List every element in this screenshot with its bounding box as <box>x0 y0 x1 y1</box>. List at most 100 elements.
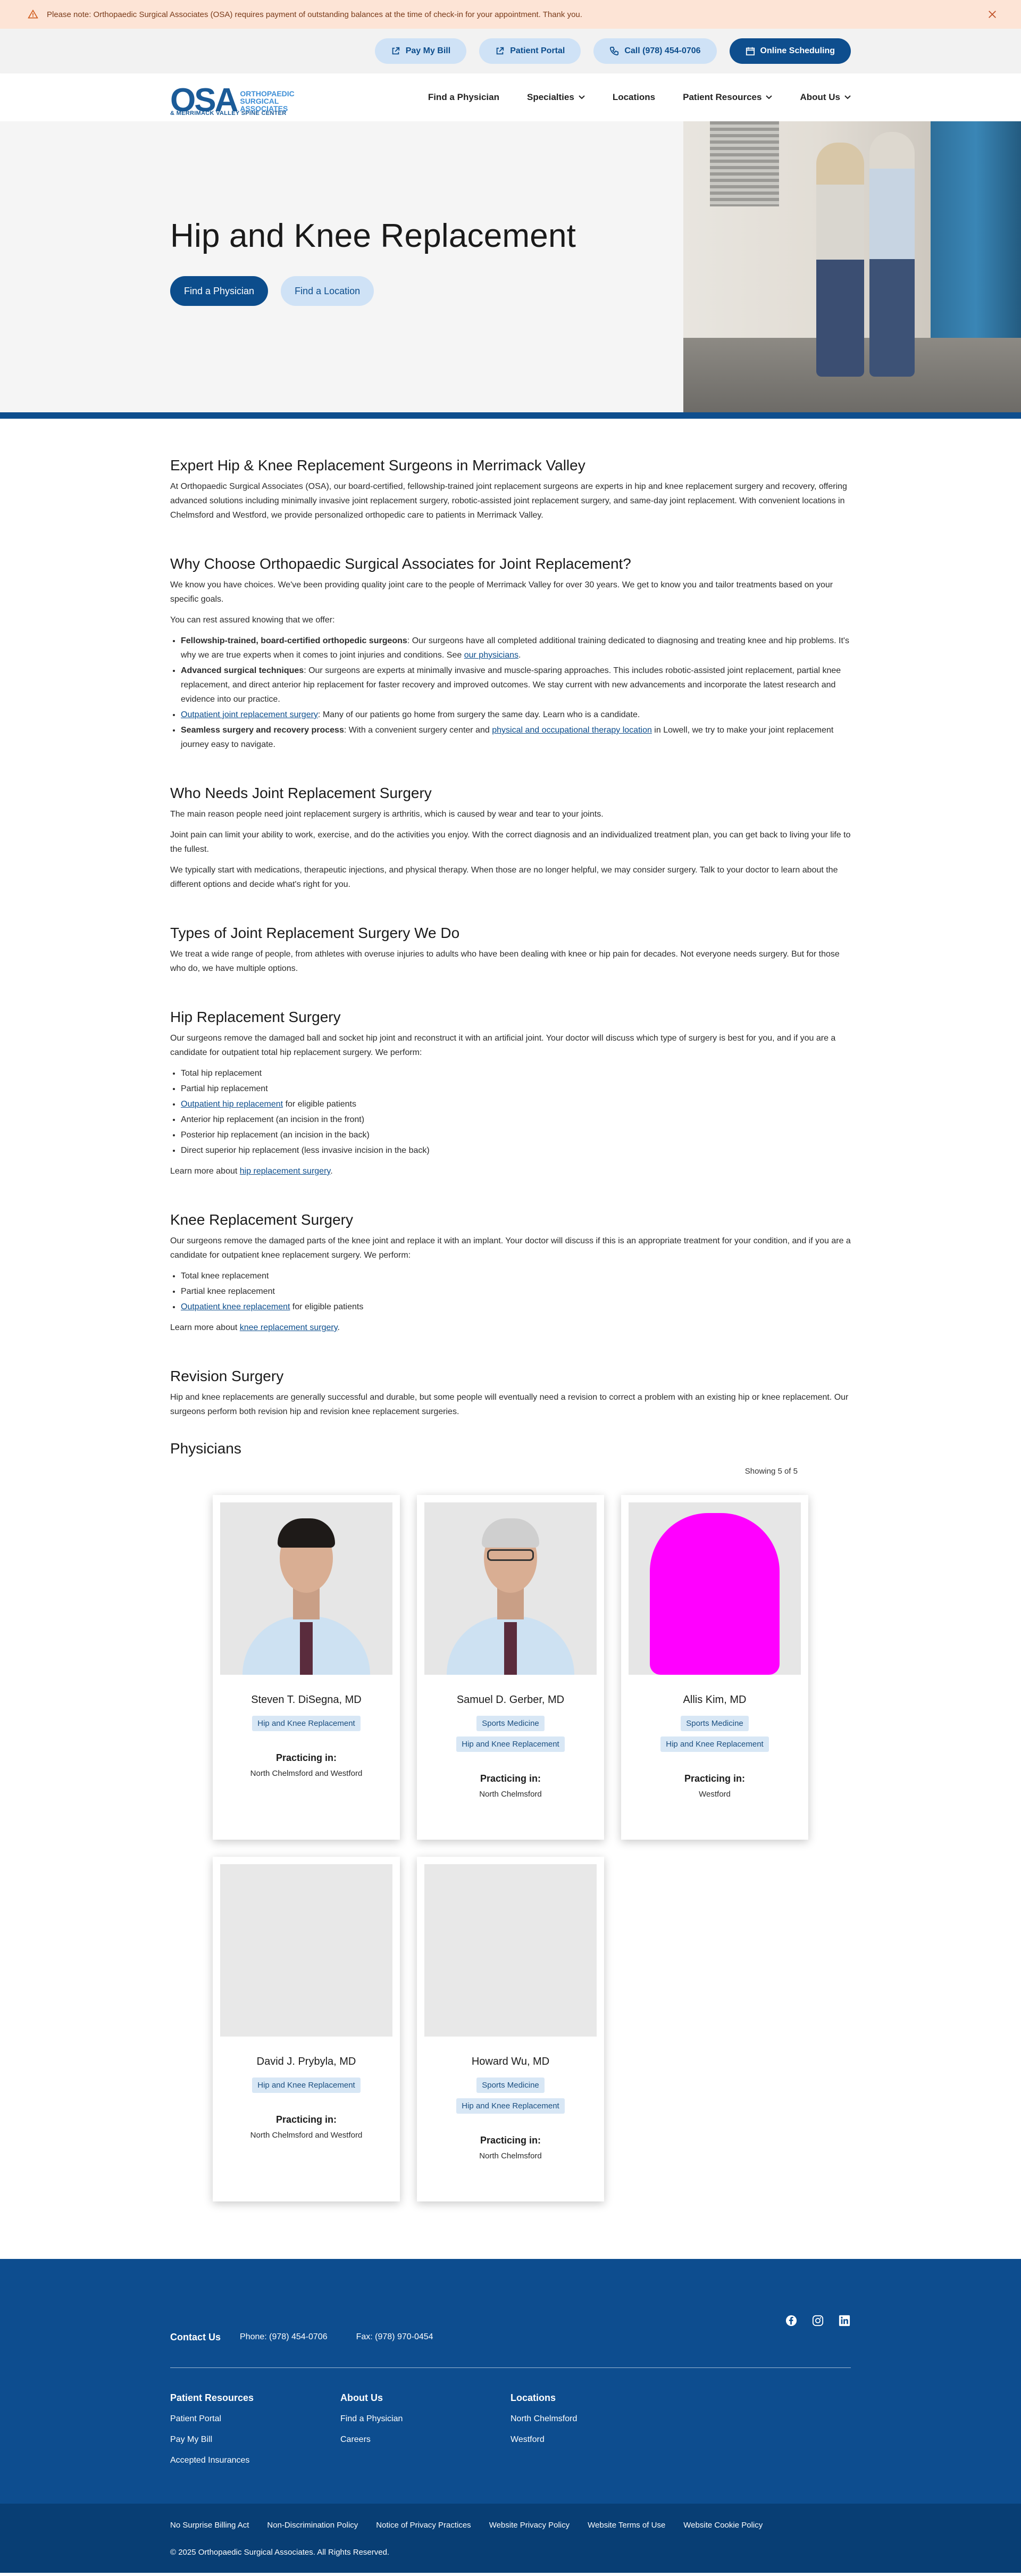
outpatient-joint-link[interactable]: Outpatient joint replacement surgery <box>181 710 318 719</box>
footer-link[interactable]: Westford <box>510 2435 681 2445</box>
physician-name: Steven T. DiSegna, MD <box>251 1694 362 1706</box>
footer-col-title: About Us <box>340 2392 383 2403</box>
hip-replacement-link[interactable]: hip replacement surgery <box>240 1167 330 1176</box>
patient-portal-label: Patient Portal <box>510 46 565 55</box>
nav-patient-resources[interactable]: Patient Resources <box>683 92 773 103</box>
online-scheduling-button[interactable]: Online Scheduling <box>729 38 851 64</box>
hero-divider <box>0 412 1021 419</box>
paragraph: Learn more about knee replacement surger… <box>170 1323 340 1332</box>
logo[interactable]: OSA ORTHOPAEDIC SURGICAL ASSOCIATES & ME… <box>170 78 298 117</box>
hip-list: Total hip replacement Partial hip replac… <box>181 1066 851 1158</box>
social-links <box>785 2314 851 2327</box>
physician-name: Howard Wu, MD <box>471 2056 550 2067</box>
pay-bill-label: Pay My Bill <box>405 46 451 55</box>
legal-links: No Surprise Billing Act Non-Discriminati… <box>170 2521 851 2530</box>
paragraph: At Orthopaedic Surgical Associates (OSA)… <box>170 482 847 520</box>
nav-locations[interactable]: Locations <box>613 92 655 103</box>
chevron-down-icon <box>579 95 585 99</box>
section-title: Expert Hip & Knee Replacement Surgeons i… <box>170 457 585 473</box>
call-button[interactable]: Call (978) 454-0706 <box>593 38 717 64</box>
section-title: Types of Joint Replacement Surgery We Do <box>170 925 460 941</box>
section-title: Why Choose Orthopaedic Surgical Associat… <box>170 555 631 572</box>
legal-link[interactable]: Website Terms of Use <box>588 2521 665 2530</box>
chevron-down-icon <box>844 95 851 99</box>
physician-card[interactable]: Samuel D. Gerber, MD Sports Medicine Hip … <box>417 1495 604 1840</box>
practicing-label: Practicing in: <box>480 2135 541 2146</box>
nav-about-us[interactable]: About Us <box>800 92 851 103</box>
outpatient-knee-link[interactable]: Outpatient knee replacement <box>181 1302 290 1311</box>
therapy-location-link[interactable]: physical and occupational therapy locati… <box>492 726 652 735</box>
physician-card[interactable]: Steven T. DiSegna, MD Hip and Knee Repla… <box>213 1495 400 1840</box>
legal-link[interactable]: Website Cookie Policy <box>683 2521 763 2530</box>
chevron-down-icon <box>766 95 773 99</box>
physician-card[interactable]: Allis Kim, MD Sports Medicine Hip and Kne… <box>621 1495 808 1840</box>
section-title: Who Needs Joint Replacement Surgery <box>170 785 432 801</box>
legal-link[interactable]: Non-Discrimination Policy <box>267 2521 358 2530</box>
list-item: Advanced surgical techniques: Our surgeo… <box>181 663 851 707</box>
nav-label: Locations <box>612 92 656 102</box>
physician-photo <box>424 1502 597 1675</box>
main-content: Expert Hip & Knee Replacement Surgeons i… <box>170 419 851 2201</box>
list-item: Partial knee replacement <box>181 1284 851 1299</box>
footer-link[interactable]: North Chelmsford <box>510 2414 681 2424</box>
physician-photo-placeholder <box>220 1864 392 2037</box>
main-nav: Find a Physician Specialties Locations P… <box>428 92 851 103</box>
facebook-icon[interactable] <box>785 2314 798 2327</box>
list-item: Outpatient knee replacement for eligible… <box>181 1300 851 1314</box>
legal-link[interactable]: Notice of Privacy Practices <box>376 2521 471 2530</box>
section-title: Hip Replacement Surgery <box>170 1009 341 1025</box>
close-icon[interactable] <box>985 7 1000 22</box>
contact-title: Contact Us <box>170 2331 221 2342</box>
paragraph: Hip and knee replacements are generally … <box>170 1393 849 1416</box>
footer-fax: Fax: (978) 970-0454 <box>356 2332 433 2341</box>
paragraph: Joint pain can limit your ability to wor… <box>170 830 851 854</box>
section-title: Revision Surgery <box>170 1368 284 1384</box>
hero-image <box>683 121 1021 412</box>
pay-bill-button[interactable]: Pay My Bill <box>374 38 467 64</box>
footer-col-about: About Us Find a Physician Careers <box>340 2392 510 2477</box>
patient-portal-button[interactable]: Patient Portal <box>479 38 581 64</box>
knee-list: Total knee replacement Partial knee repl… <box>181 1269 851 1314</box>
nav-specialties[interactable]: Specialties <box>527 92 585 103</box>
site-header: OSA ORTHOPAEDIC SURGICAL ASSOCIATES & ME… <box>0 73 1021 121</box>
footer-link[interactable]: Find a Physician <box>340 2414 510 2424</box>
nav-find-physician[interactable]: Find a Physician <box>428 92 499 103</box>
specialty-badge: Hip and Knee Replacement <box>660 1736 769 1752</box>
find-physician-button[interactable]: Find a Physician <box>170 276 269 306</box>
legal-link[interactable]: No Surprise Billing Act <box>170 2521 249 2530</box>
practicing-label: Practicing in: <box>480 1773 541 1784</box>
benefits-list: Fellowship-trained, board-certified orth… <box>181 634 851 752</box>
nav-label: Patient Resources <box>683 92 762 102</box>
specialty-badge: Sports Medicine <box>476 1716 545 1731</box>
external-link-icon <box>392 47 399 55</box>
outpatient-hip-link[interactable]: Outpatient hip replacement <box>181 1100 283 1109</box>
find-location-button[interactable]: Find a Location <box>281 276 374 306</box>
nav-label: Specialties <box>526 92 574 102</box>
paragraph: Our surgeons remove the damaged parts of… <box>170 1236 851 1260</box>
list-item: Total knee replacement <box>181 1269 851 1283</box>
specialty-badge: Hip and Knee Replacement <box>456 2098 565 2114</box>
instagram-icon[interactable] <box>811 2314 824 2327</box>
paragraph: The main reason people need joint replac… <box>170 810 604 819</box>
footer-link[interactable]: Careers <box>340 2435 510 2445</box>
knee-replacement-link[interactable]: knee replacement surgery <box>240 1323 338 1332</box>
our-physicians-link[interactable]: our physicians <box>464 651 518 660</box>
practicing-label: Practicing in: <box>275 2114 337 2125</box>
physician-name: Allis Kim, MD <box>683 1694 747 1706</box>
calendar-icon <box>746 47 755 56</box>
list-item: Outpatient hip replacement for eligible … <box>181 1097 851 1111</box>
footer-link[interactable]: Patient Portal <box>170 2414 340 2424</box>
footer-link[interactable]: Accepted Insurances <box>170 2456 340 2465</box>
legal-link[interactable]: Website Privacy Policy <box>489 2521 570 2530</box>
list-item: Posterior hip replacement (an incision i… <box>181 1128 851 1142</box>
footer-phone[interactable]: Phone: (978) 454-0706 <box>240 2332 328 2342</box>
physician-name: Samuel D. Gerber, MD <box>456 1694 565 1706</box>
hero-text: Hip and Knee Replacement Find a Physicia… <box>170 217 576 306</box>
list-item: Total hip replacement <box>181 1066 851 1081</box>
footer-link[interactable]: Pay My Bill <box>170 2435 340 2445</box>
physician-card[interactable]: Howard Wu, MD Sports Medicine Hip and Kne… <box>417 1857 604 2201</box>
footer-col-locations: Locations North Chelmsford Westford <box>510 2392 681 2477</box>
linkedin-icon[interactable] <box>838 2314 851 2327</box>
physician-card[interactable]: David J. Prybyla, MD Hip and Knee Replac… <box>213 1857 400 2201</box>
physician-photo-placeholder <box>424 1864 597 2037</box>
